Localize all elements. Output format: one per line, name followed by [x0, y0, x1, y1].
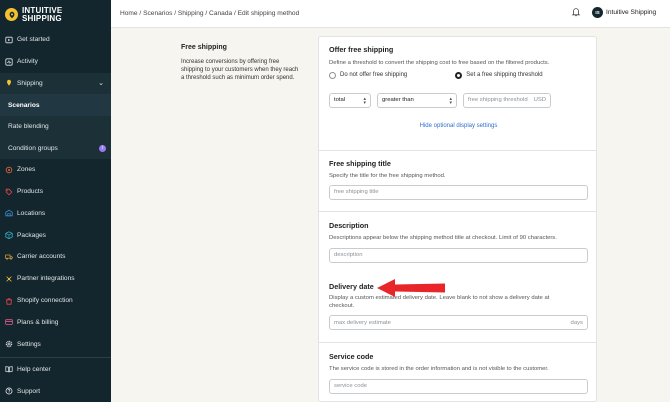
zones-icon [4, 165, 13, 174]
offer-radio-group: Do not offer free shipping Set a free sh… [329, 71, 588, 79]
sidebar-subitem-scenarios[interactable]: Scenarios [0, 94, 111, 116]
book-icon [4, 365, 13, 374]
comparison-select[interactable]: greater than ▴ ▾ [377, 92, 457, 108]
radio-set-threshold[interactable]: Set a free shipping threshold [455, 71, 543, 79]
total-select[interactable]: total ▴ ▾ [329, 92, 371, 108]
package-icon [4, 231, 13, 240]
radio-unchecked-icon [329, 71, 336, 79]
brand-logo[interactable]: INTUITIVE SHIPPING [0, 0, 111, 29]
service-code-help: The service code is stored in the order … [329, 366, 549, 372]
sidebar-item-support[interactable]: Support [0, 380, 111, 402]
sidebar-item-help-center[interactable]: Help center [0, 358, 111, 380]
free-shipping-title-heading: Free shipping title [329, 159, 391, 168]
sidebar-item-settings[interactable]: Settings [0, 333, 111, 355]
free-shipping-title-help: Specify the title for the free shipping … [329, 173, 446, 179]
sidebar-item-shopify-connection[interactable]: Shopify connection [0, 290, 111, 312]
days-suffix: days [570, 319, 583, 326]
sidebar-item-shipping[interactable]: Shipping ⌄ [0, 72, 111, 95]
threshold-input[interactable]: free shipping threshold USD [463, 92, 551, 108]
integrations-icon [4, 274, 13, 283]
offer-title: Offer free shipping [329, 45, 394, 54]
sidebar-item-plans-billing[interactable]: Plans & billing [0, 311, 111, 333]
sidebar-item-label: Activity [17, 58, 38, 66]
gear-icon [4, 340, 13, 349]
tag-icon [4, 187, 13, 196]
brand-line2: SHIPPING [22, 13, 62, 23]
delivery-estimate-input[interactable]: max delivery estimate days [329, 315, 588, 330]
description-section: Description Descriptions appear below th… [319, 221, 596, 263]
currency-suffix: USD [533, 97, 546, 103]
avatar[interactable]: IS [592, 7, 603, 18]
credit-card-icon [4, 318, 13, 327]
chevron-down-icon: ⌄ [98, 80, 104, 88]
delivery-date-heading: Delivery date [329, 282, 374, 291]
radio-no-free-shipping[interactable]: Do not offer free shipping [329, 71, 407, 79]
free-shipping-title-input[interactable]: free shipping title [329, 184, 588, 200]
hide-optional-settings-link[interactable]: Hide optional display settings [329, 123, 588, 129]
logo-icon [5, 8, 18, 21]
threshold-row: total ▴ ▾ greater than ▴ ▾ free shipping t… [329, 92, 588, 108]
service-code-section: Service code The service code is stored … [319, 352, 596, 394]
activity-icon [4, 57, 13, 66]
sidebar-subitem-rate-blending[interactable]: Rate blending [0, 116, 111, 138]
offer-help: Define a threshold to convert the shippi… [329, 60, 550, 66]
delivery-section: Display a custom estimated delivery date… [319, 295, 596, 330]
sidebar-item-activity[interactable]: Activity [0, 51, 111, 73]
sidebar-footer: Help center Support [0, 357, 111, 402]
page-section-description: Increase conversions by offering free sh… [181, 59, 299, 81]
top-bar: Home / Scenarios / Shipping / Canada / E… [111, 0, 670, 28]
sidebar-item-partner-integrations[interactable]: Partner integrations [0, 268, 111, 290]
radio-checked-icon [455, 71, 463, 79]
description-heading: Description [329, 221, 369, 230]
sidebar-item-zones[interactable]: Zones [0, 159, 111, 181]
shopping-bag-icon [4, 296, 13, 305]
user-name[interactable]: Intuitive Shipping [606, 9, 656, 16]
sidebar: INTUITIVE SHIPPING Get started Activity … [0, 0, 111, 402]
warehouse-icon [4, 209, 13, 218]
title-section: Free shipping title Specify the title fo… [319, 159, 596, 200]
page-section-title: Free shipping [181, 44, 227, 51]
breadcrumb[interactable]: Home / Scenarios / Shipping / Canada / E… [120, 10, 299, 17]
offer-section: Offer free shipping Define a threshold t… [319, 45, 596, 129]
section-description-column: Free shipping Increase conversions by of… [181, 44, 301, 82]
play-icon [4, 35, 13, 44]
sidebar-item-products[interactable]: Products [0, 181, 111, 203]
shipping-subnav: Scenarios Rate blending Condition groups… [0, 94, 111, 159]
bell-icon[interactable] [571, 7, 581, 17]
sidebar-item-carrier-accounts[interactable]: Carrier accounts [0, 246, 111, 268]
service-code-heading: Service code [329, 352, 374, 361]
truck-icon [4, 252, 13, 261]
select-arrows-icon: ▴ ▾ [363, 95, 366, 106]
free-shipping-card: Offer free shipping Define a threshold t… [318, 36, 597, 402]
sidebar-item-packages[interactable]: Packages [0, 224, 111, 246]
section-divider [319, 211, 596, 212]
info-badge: i [99, 144, 106, 152]
help-circle-icon [4, 387, 13, 396]
shipping-icon [4, 79, 13, 88]
select-arrows-icon: ▴ ▾ [449, 95, 452, 106]
service-code-input[interactable]: service code [329, 378, 588, 394]
sidebar-subitem-condition-groups[interactable]: Condition groups i [0, 137, 111, 159]
red-arrow-annotation [377, 279, 445, 297]
sidebar-item-label: Shipping [17, 79, 43, 87]
section-divider [319, 150, 596, 151]
description-input[interactable]: description [329, 247, 588, 263]
sidebar-item-locations[interactable]: Locations [0, 202, 111, 224]
sidebar-item-label: Get started [17, 36, 50, 44]
delivery-date-help: Display a custom estimated delivery date… [329, 295, 550, 309]
description-help: Descriptions appear below the shipping m… [329, 235, 557, 241]
sidebar-item-get-started[interactable]: Get started [0, 29, 111, 51]
section-divider [319, 342, 596, 343]
